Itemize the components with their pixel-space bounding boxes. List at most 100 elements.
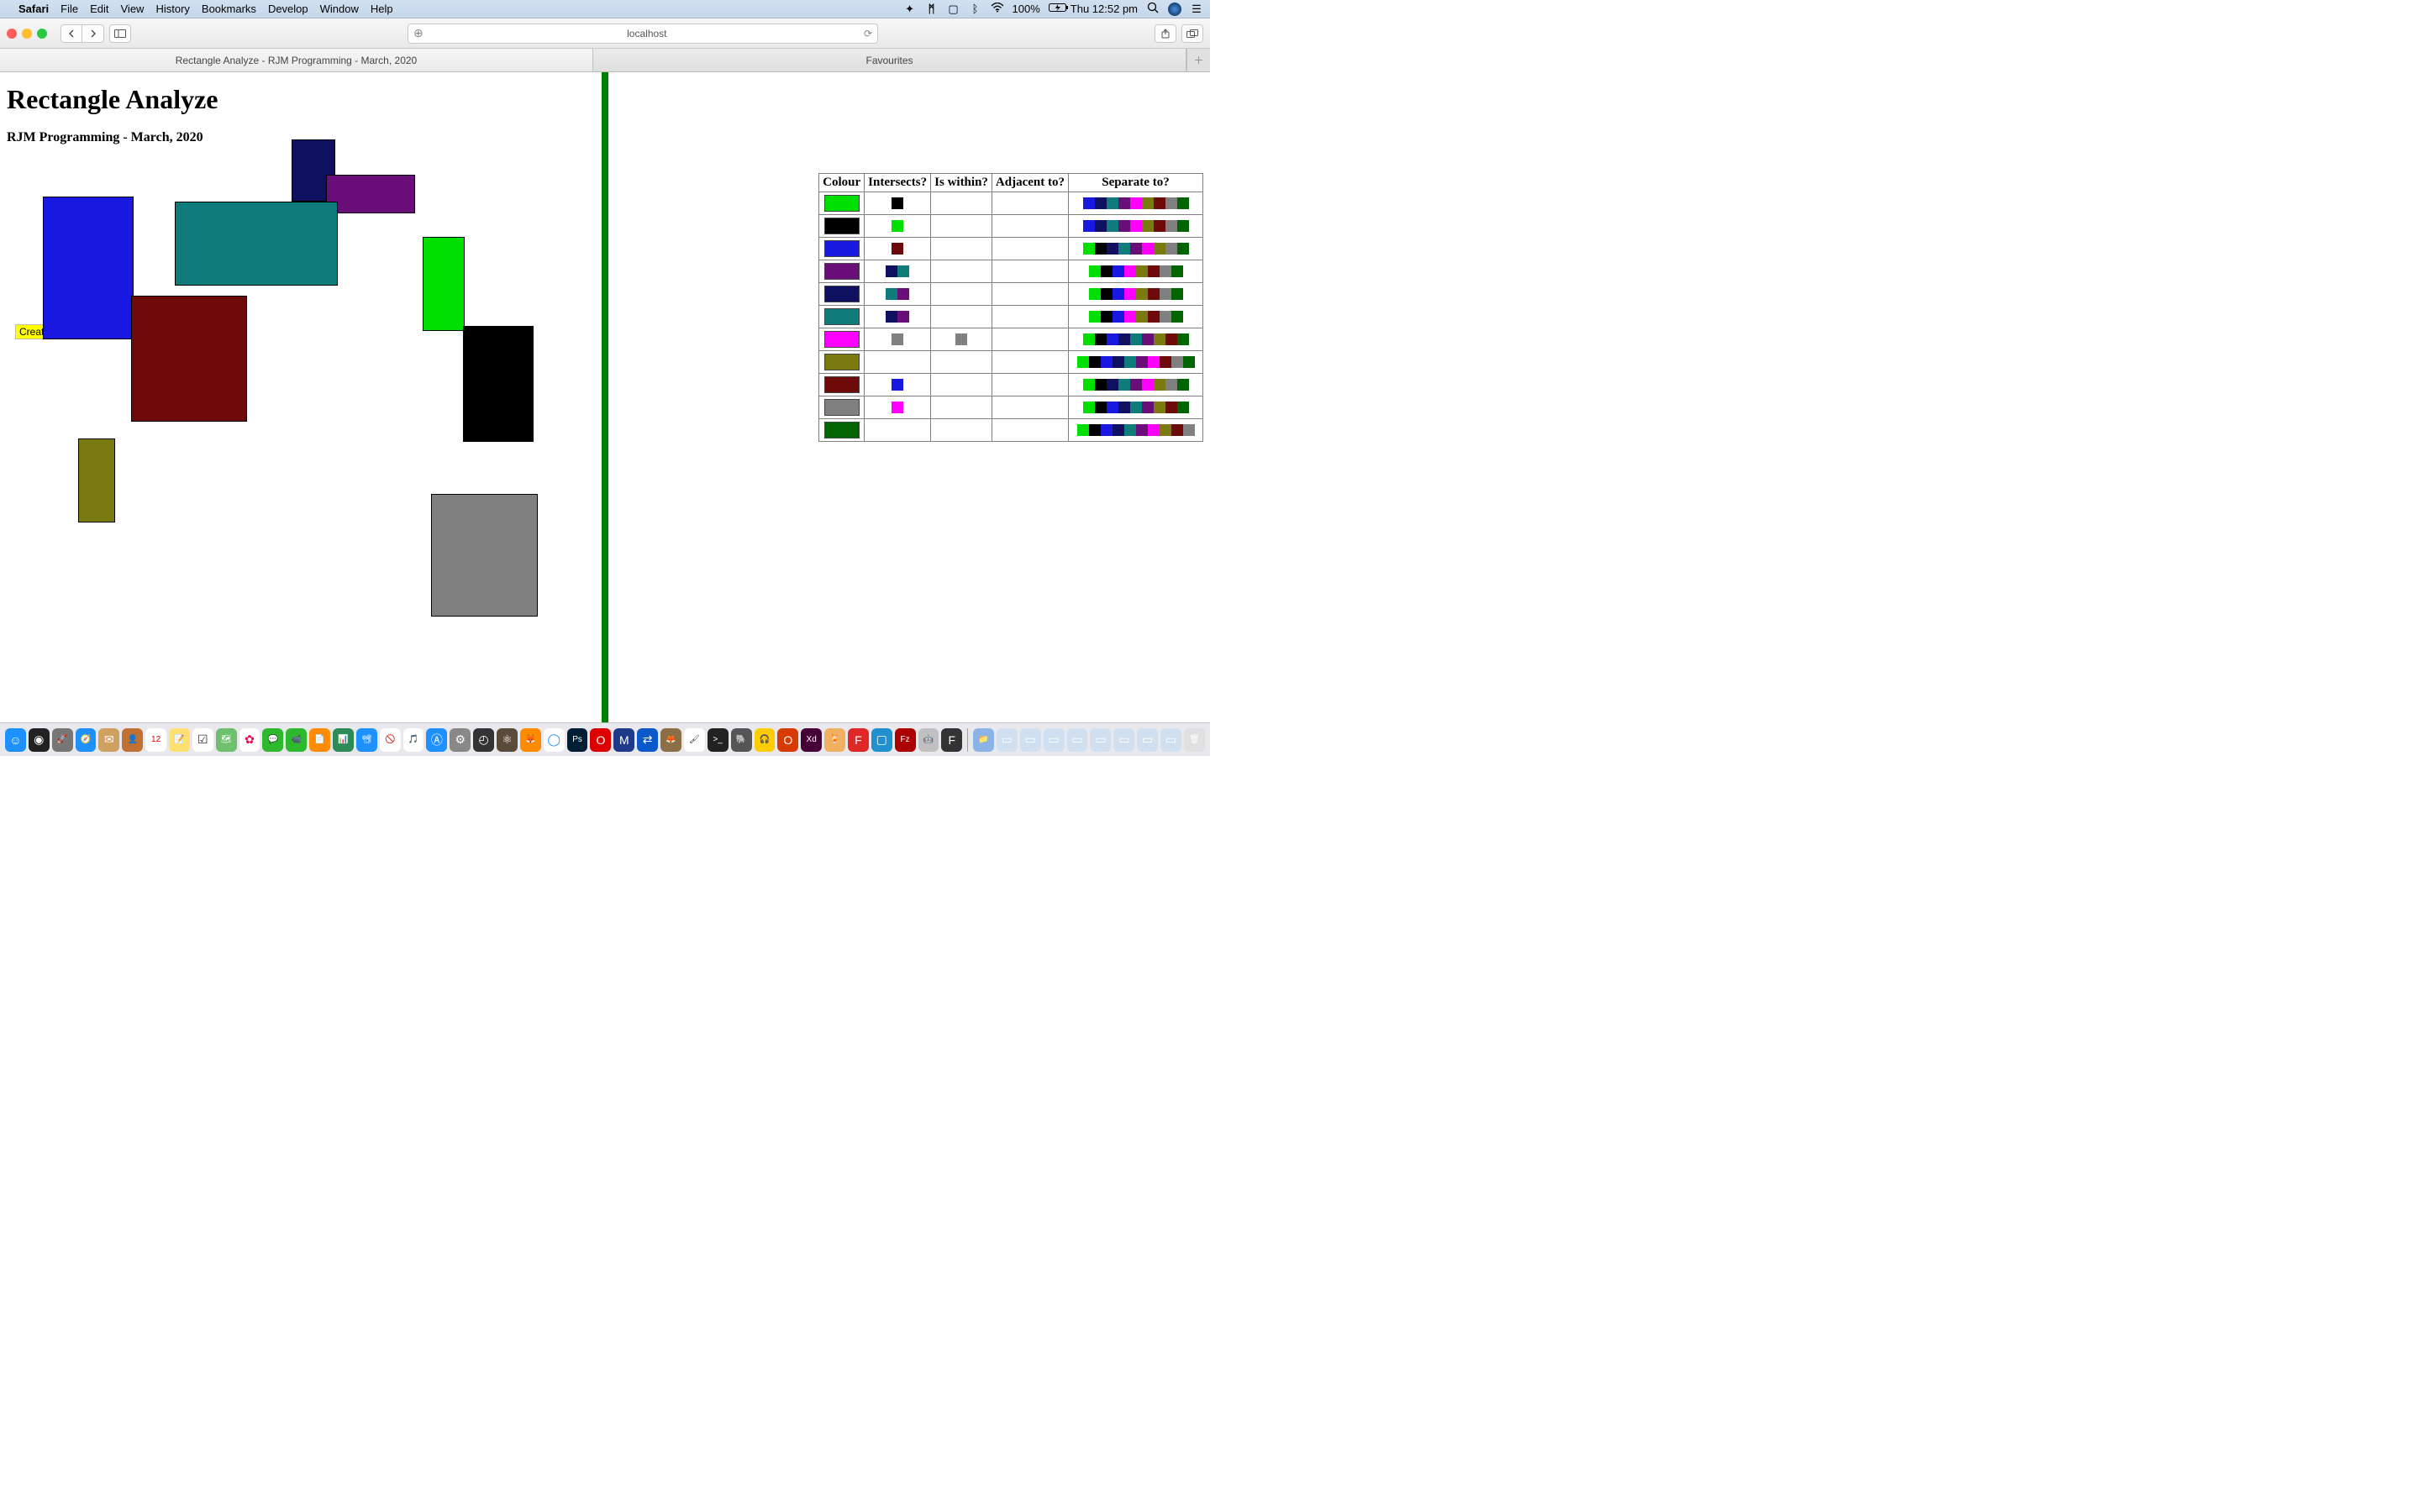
dock-atom-icon[interactable]: ⚛: [497, 728, 518, 752]
dock-chrome-icon[interactable]: ◯: [544, 728, 565, 752]
dock-noentry-icon[interactable]: 🚫: [380, 728, 401, 752]
dock-keynote-icon[interactable]: 📽: [356, 728, 377, 752]
notification-center-icon[interactable]: ☰: [1190, 3, 1203, 16]
dock-mamp-icon[interactable]: 🐘: [731, 728, 752, 752]
dock-messages-icon[interactable]: 💬: [262, 728, 283, 752]
dock-doc6-icon[interactable]: ▭: [1113, 728, 1134, 752]
dock-notes-icon[interactable]: 📝: [169, 728, 190, 752]
dock-pages-icon[interactable]: 📄: [309, 728, 330, 752]
dock-flipboard-icon[interactable]: F: [848, 728, 869, 752]
swatch-maroon: [1160, 356, 1171, 368]
rectangle-blue[interactable]: [43, 197, 134, 339]
dock-reminders-icon[interactable]: ☑: [192, 728, 213, 752]
rectangle-lime[interactable]: [423, 237, 465, 331]
siri-icon[interactable]: [1168, 3, 1181, 16]
dock-teamviewer-icon[interactable]: ⇄: [637, 728, 658, 752]
swatch-teal: [886, 288, 897, 300]
dock-terminal-icon[interactable]: >_: [708, 728, 729, 752]
tab-rectangle-analyze[interactable]: Rectangle Analyze - RJM Programming - Ma…: [0, 49, 593, 71]
dock-mail-icon[interactable]: ✉: [98, 728, 119, 752]
add-page-icon[interactable]: ⊕: [413, 26, 424, 40]
dock-numbers-icon[interactable]: 📊: [333, 728, 354, 752]
swatch-purple: [824, 263, 860, 280]
dock-fontbook-icon[interactable]: F: [941, 728, 962, 752]
menu-file[interactable]: File: [60, 3, 78, 15]
menu-view[interactable]: View: [121, 3, 145, 15]
cell-intersects: [865, 283, 931, 306]
dock-doc7-icon[interactable]: ▭: [1137, 728, 1158, 752]
dock-paintbrush-icon[interactable]: 🖌: [684, 728, 705, 752]
dock-firefox-icon[interactable]: 🦊: [520, 728, 541, 752]
menu-develop[interactable]: Develop: [268, 3, 308, 15]
swatch-blue: [1107, 402, 1118, 413]
address-bar[interactable]: ⊕ localhost ⟳: [408, 24, 878, 44]
dock-doc3-icon[interactable]: ▭: [1044, 728, 1065, 752]
dock-opera-icon[interactable]: O: [590, 728, 611, 752]
close-window-button[interactable]: [7, 29, 17, 39]
zoom-window-button[interactable]: [37, 29, 47, 39]
cell-colour: [819, 192, 865, 215]
dock-automator-icon[interactable]: 🤖: [918, 728, 939, 752]
menu-help[interactable]: Help: [371, 3, 393, 15]
dock-maps-icon[interactable]: 🗺: [216, 728, 237, 752]
display-icon[interactable]: ▢: [947, 3, 960, 16]
dock-safari-icon[interactable]: 🧭: [76, 728, 97, 752]
app-name[interactable]: Safari: [18, 3, 49, 15]
dock-screenflow-icon[interactable]: ▢: [871, 728, 892, 752]
swatch-lime: [1083, 402, 1095, 413]
dock-finder-icon[interactable]: ☺: [5, 728, 26, 752]
dock-office-icon[interactable]: O: [777, 728, 798, 752]
dock-dashboard-icon[interactable]: ◴: [473, 728, 494, 752]
rectangle-teal[interactable]: [175, 202, 338, 286]
dock-doc4-icon[interactable]: ▭: [1067, 728, 1088, 752]
menu-history[interactable]: History: [155, 3, 189, 15]
bluetooth-icon[interactable]: ᛒ: [969, 3, 982, 15]
malware-icon[interactable]: ᛗ: [925, 3, 939, 15]
menu-edit[interactable]: Edit: [90, 3, 108, 15]
menu-bookmarks[interactable]: Bookmarks: [202, 3, 256, 15]
share-button[interactable]: [1155, 24, 1176, 43]
reload-icon[interactable]: ⟳: [864, 28, 872, 39]
dock-contacts-icon[interactable]: 👤: [122, 728, 143, 752]
dock-doc8-icon[interactable]: ▭: [1160, 728, 1181, 752]
dock-audacity-icon[interactable]: 🎧: [755, 728, 776, 752]
wifi-icon[interactable]: [991, 3, 1004, 15]
forward-button[interactable]: [82, 24, 104, 43]
rectangle-black[interactable]: [463, 326, 534, 442]
tab-overview-button[interactable]: [1181, 24, 1203, 43]
rectangle-purple[interactable]: [326, 175, 415, 213]
dock-malwarebytes-icon[interactable]: M: [613, 728, 634, 752]
rectangle-maroon[interactable]: [131, 296, 247, 422]
dock-siri-icon[interactable]: ◉: [29, 728, 50, 752]
minimize-window-button[interactable]: [22, 29, 32, 39]
dock-photos-icon[interactable]: ✿: [239, 728, 260, 752]
tab-favourites[interactable]: Favourites: [593, 49, 1186, 71]
dock-doc5-icon[interactable]: ▭: [1090, 728, 1111, 752]
new-tab-button[interactable]: ＋: [1186, 49, 1210, 71]
sidebar-toggle-button[interactable]: [109, 24, 131, 43]
menu-window[interactable]: Window: [320, 3, 359, 15]
dock-trash-icon[interactable]: 🗑: [1184, 728, 1205, 752]
dock-gimp-icon[interactable]: 🦊: [660, 728, 681, 752]
back-button[interactable]: [60, 24, 82, 43]
rectangle-olive[interactable]: [78, 438, 115, 522]
dock-systemprefs-icon[interactable]: ⚙: [450, 728, 471, 752]
dock-calendar-icon[interactable]: 12: [145, 728, 166, 752]
dock-folder1-icon[interactable]: 📁: [973, 728, 994, 752]
dock-doc1-icon[interactable]: ▭: [997, 728, 1018, 752]
dock-appstore-icon[interactable]: Ⓐ: [426, 728, 447, 752]
spotlight-icon[interactable]: [1146, 2, 1160, 16]
dock-itunes-icon[interactable]: 🎵: [403, 728, 424, 752]
dock-xd-icon[interactable]: Xd: [801, 728, 822, 752]
menubar-clock[interactable]: Thu 12:52 pm: [1071, 3, 1138, 15]
battery-charging-icon[interactable]: [1049, 3, 1062, 15]
dock-doc2-icon[interactable]: ▭: [1020, 728, 1041, 752]
dock-launchpad-icon[interactable]: 🚀: [52, 728, 73, 752]
rectangle-gray[interactable]: [431, 494, 538, 617]
puzzle-icon[interactable]: ✦: [903, 3, 917, 16]
dock-facetime-icon[interactable]: 📹: [286, 728, 307, 752]
dock-photoshop-icon[interactable]: Ps: [567, 728, 588, 752]
dock-handbrake-icon[interactable]: 🍹: [824, 728, 845, 752]
pane-divider[interactable]: [602, 72, 608, 722]
dock-filezilla-icon[interactable]: Fz: [895, 728, 916, 752]
